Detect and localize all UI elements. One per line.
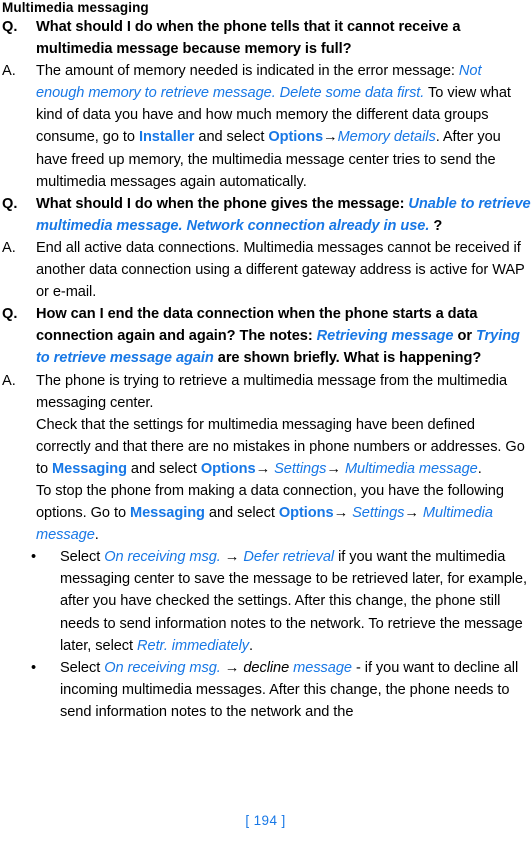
text-run: Defer retrieval <box>243 549 335 566</box>
paragraph: Check that the settings for multimedia m… <box>0 414 531 480</box>
text-run: Options <box>268 129 324 146</box>
text-run: What should I do when the phone tells th… <box>36 19 461 58</box>
text-run: are shown briefly. What is happening? <box>213 350 482 367</box>
question-label: Q. <box>2 306 18 323</box>
text-run: Settings <box>274 460 327 477</box>
paragraph-text: What should I do when the phone tells th… <box>36 19 460 57</box>
text-run: Retrieving message <box>316 328 454 345</box>
text-run: Settings <box>352 505 405 522</box>
bullet-item: • Select On receiving msg. → Defer retrie… <box>0 546 531 656</box>
faq-question: Q. What should I do when the phone gives … <box>0 193 531 237</box>
text-run: decline <box>243 659 290 676</box>
faq-question: Q. How can I end the data connection when… <box>0 303 531 369</box>
text-run: Installer <box>138 129 195 146</box>
text-run: message <box>293 659 352 676</box>
text-run: On receiving msg. <box>104 549 221 566</box>
text-run: On receiving msg. <box>104 659 221 676</box>
text-run: ? <box>429 217 443 234</box>
text-run: The phone is trying to retrieve a multim… <box>36 372 507 411</box>
text-run: → <box>326 460 341 477</box>
text-run: or <box>453 328 476 345</box>
text-run: Select <box>60 659 105 676</box>
page-number: [ 194 ] <box>245 813 286 828</box>
question-label: Q. <box>2 195 18 212</box>
answer-label: A. <box>2 372 16 389</box>
answer-label: A. <box>2 239 16 256</box>
faq-answer: A. The phone is trying to retrieve a mult… <box>0 370 531 414</box>
text-run: → <box>404 505 419 522</box>
paragraph-text: To stop the phone from making a data con… <box>36 483 504 543</box>
faq-answer: A. The amount of memory needed is indicat… <box>0 60 531 193</box>
paragraph-text: The phone is trying to retrieve a multim… <box>36 373 507 411</box>
bullet-item: • Select On receiving msg. → decline mess… <box>0 657 531 723</box>
question-label: Q. <box>2 19 18 35</box>
text-run: → <box>255 460 271 477</box>
text-run: . <box>94 527 99 544</box>
text-run: and select <box>194 129 269 146</box>
paragraph-text: The amount of memory needed is indicated… <box>36 63 511 189</box>
paragraph-text: Check that the settings for multimedia m… <box>36 417 525 477</box>
text-run: Messaging <box>130 505 205 522</box>
answer-label: A. <box>2 63 16 80</box>
text-run: . <box>249 637 254 654</box>
text-run: Options <box>200 460 256 477</box>
paragraph-text: What should I do when the phone gives th… <box>36 196 531 234</box>
text-run: Multimedia message <box>344 460 478 477</box>
text-run: Options <box>278 505 334 522</box>
paragraph-text: Select On receiving msg. → decline messa… <box>60 660 518 720</box>
section-heading: Multimedia messaging <box>2 0 149 15</box>
text-run: Messaging <box>52 460 127 477</box>
text-run: and select <box>204 505 279 522</box>
text-run: The amount of memory needed is indicated… <box>36 63 459 80</box>
paragraph-text: End all active data connections. Multime… <box>36 239 525 301</box>
text-run: → <box>333 505 349 522</box>
faq-question: Q. What should I do when the phone tells … <box>0 16 531 60</box>
document-page: Multimedia messaging Q. What should I do … <box>0 0 531 841</box>
text-run: → <box>224 659 240 676</box>
text-run: Select <box>60 549 105 566</box>
text-run: Memory details <box>337 129 436 146</box>
text-run: What should I do when the phone gives th… <box>36 195 409 212</box>
text-run: . <box>477 460 482 477</box>
faq-answer: A. End all active data connections. Multi… <box>0 237 531 303</box>
paragraph-text: How can I end the data connection when t… <box>36 306 520 366</box>
text-run: Retr. immediately <box>137 637 250 654</box>
text-run: End all active data connections. Multime… <box>36 239 525 301</box>
text-run: → <box>224 549 240 566</box>
document-body: Q. What should I do when the phone tells … <box>0 16 531 723</box>
bullet-marker-icon: • <box>31 549 37 566</box>
text-run: and select <box>126 460 201 477</box>
paragraph: To stop the phone from making a data con… <box>0 480 531 546</box>
bullet-marker-icon: • <box>31 659 37 676</box>
page-footer: [ 194 ] <box>0 812 531 830</box>
paragraph-text: Select On receiving msg. → Defer retriev… <box>60 549 527 653</box>
text-run: → <box>323 129 338 146</box>
